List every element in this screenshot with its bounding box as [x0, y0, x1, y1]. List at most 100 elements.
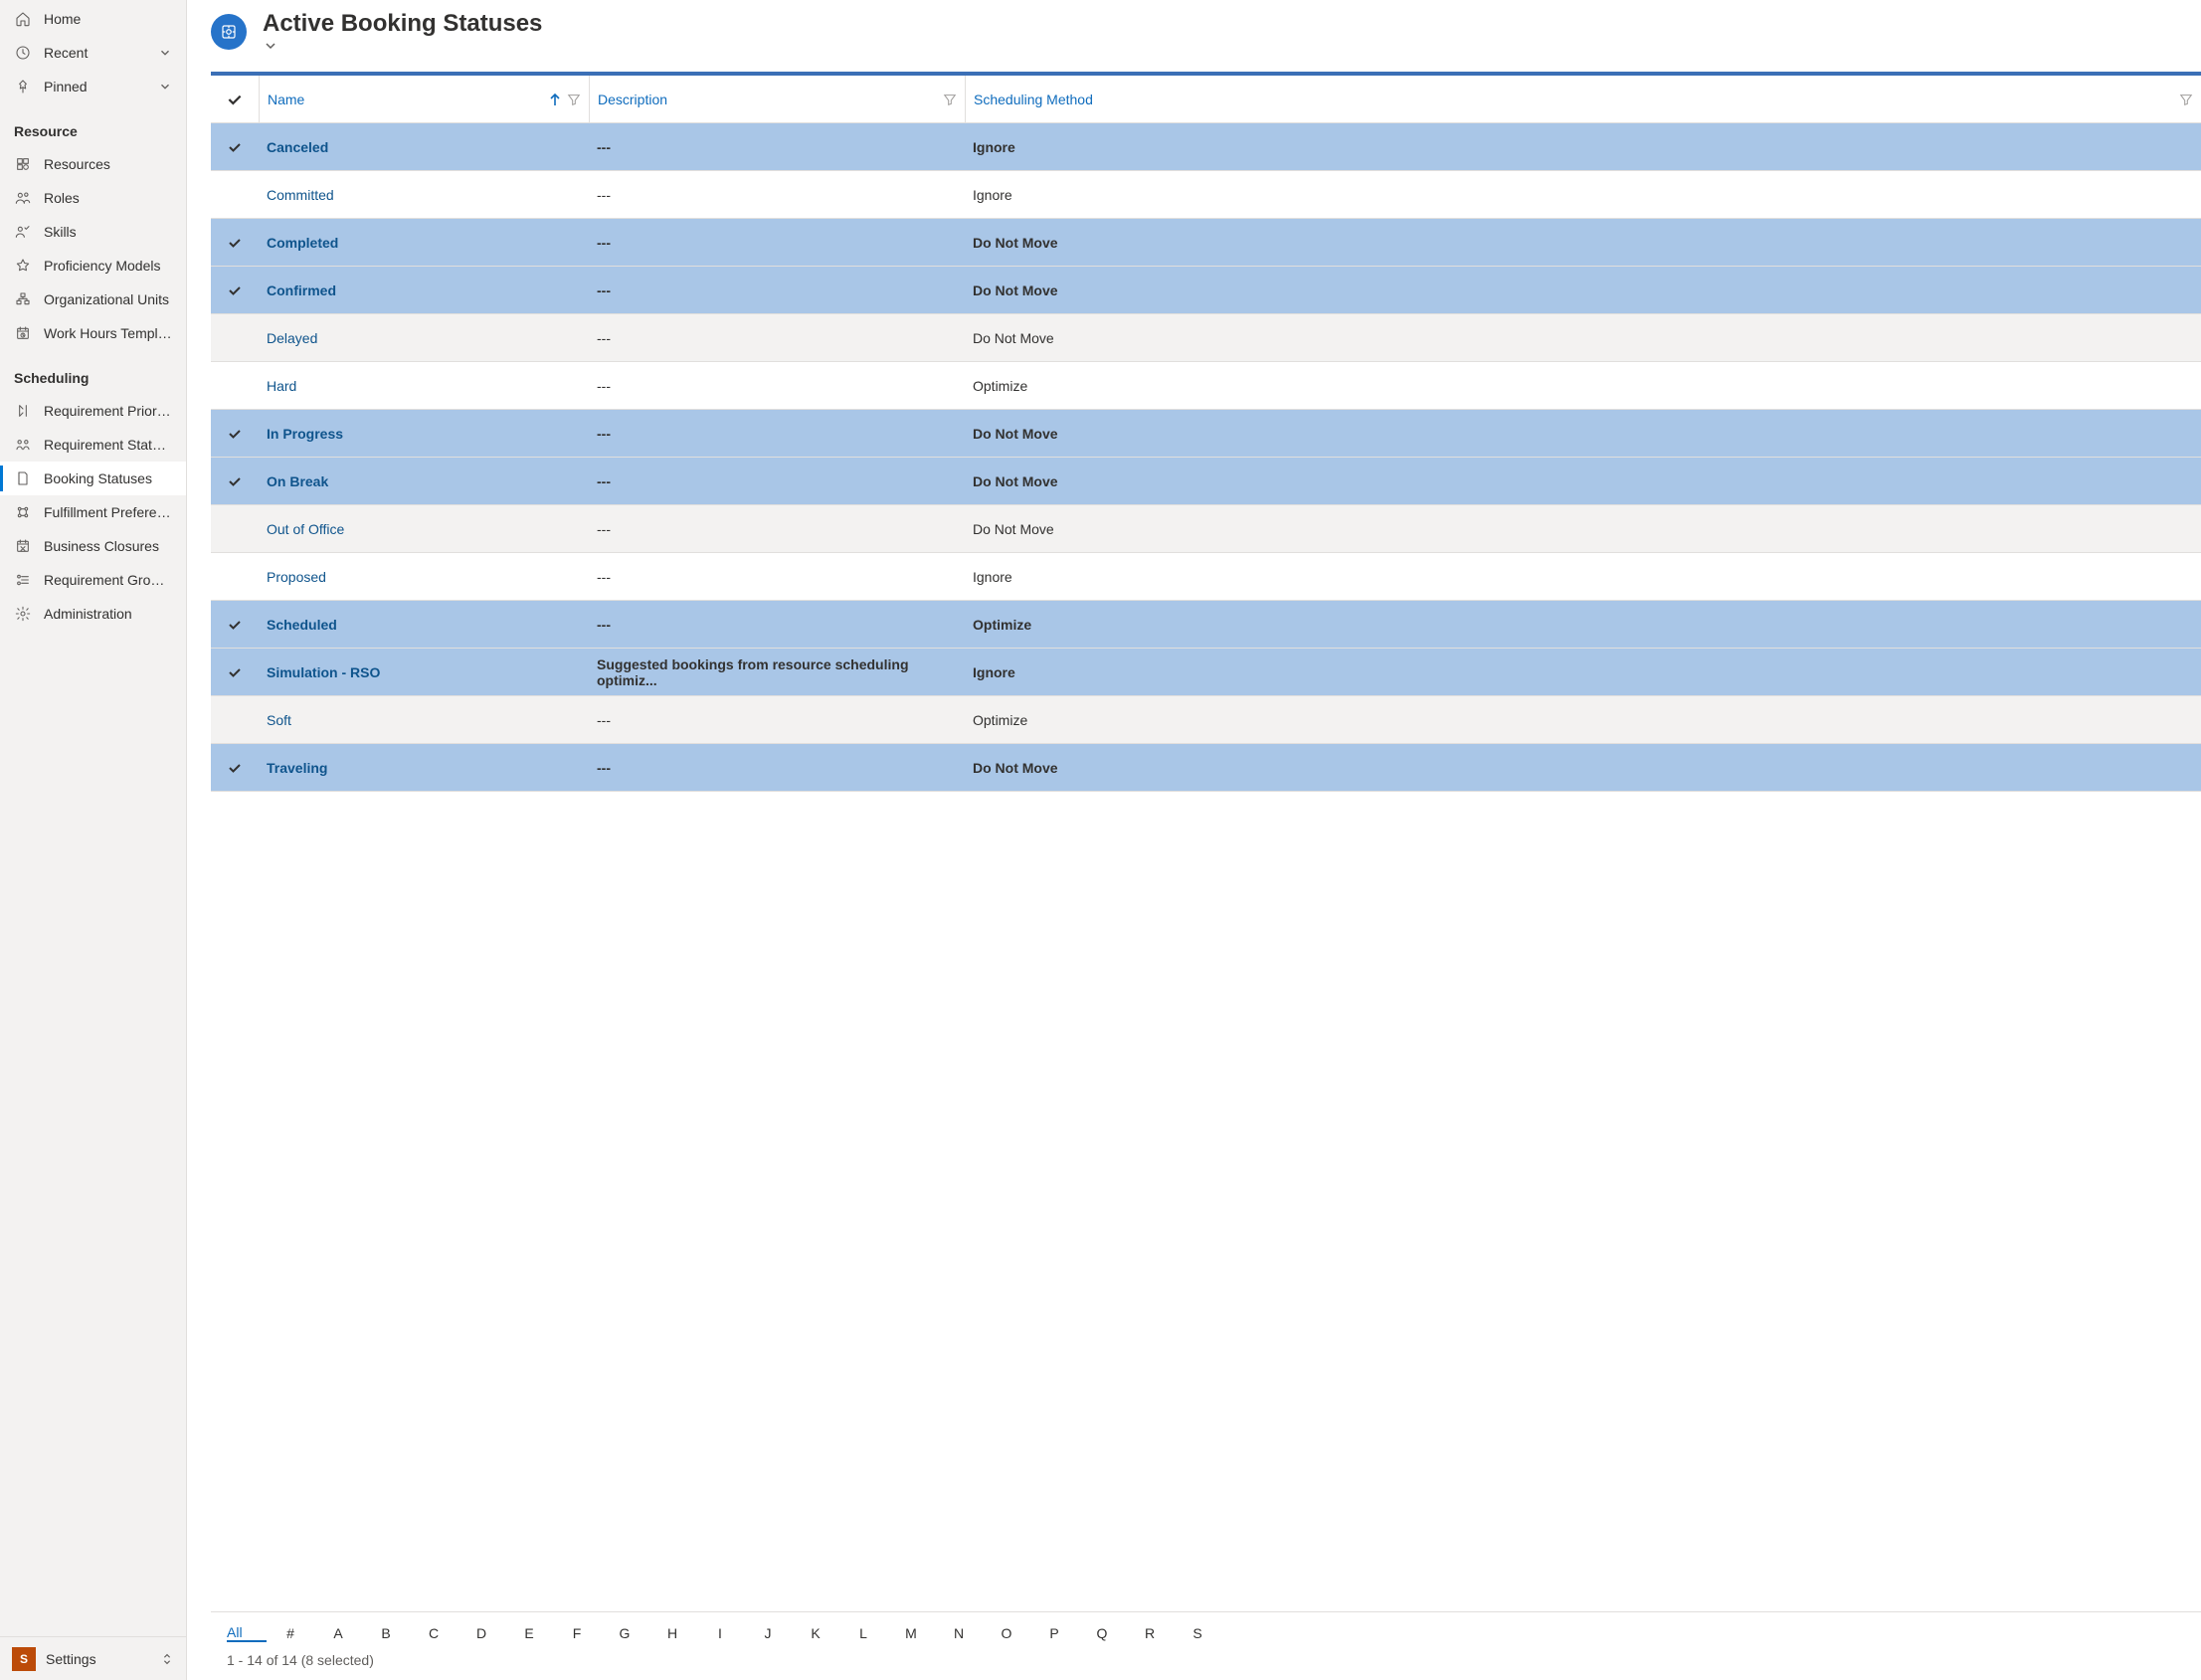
- record-link[interactable]: Soft: [267, 712, 291, 728]
- sidebar-item-requirement-statuses[interactable]: Requirement Statuses: [0, 428, 186, 462]
- row-select[interactable]: [211, 458, 259, 504]
- letter-filter-n[interactable]: N: [935, 1625, 983, 1641]
- home-icon: [14, 10, 32, 28]
- sidebar-item-resources[interactable]: Resources: [0, 147, 186, 181]
- sidebar-item-requirement-priorities[interactable]: Requirement Priorities: [0, 394, 186, 428]
- sidebar-item-organizational-units[interactable]: Organizational Units: [0, 282, 186, 316]
- sidebar-item-skills[interactable]: Skills: [0, 215, 186, 249]
- letter-filter-a[interactable]: A: [314, 1625, 362, 1641]
- record-link[interactable]: Delayed: [267, 330, 317, 346]
- row-select[interactable]: [211, 123, 259, 170]
- sidebar-item-roles[interactable]: Roles: [0, 181, 186, 215]
- record-link[interactable]: Proposed: [267, 569, 326, 585]
- sidebar-item-home[interactable]: Home: [0, 2, 186, 36]
- grid-body[interactable]: Canceled --- Ignore Committed --- Ignore…: [211, 123, 2201, 1611]
- table-row[interactable]: Traveling --- Do Not Move: [211, 744, 2201, 792]
- filter-icon[interactable]: [2179, 93, 2193, 106]
- table-row[interactable]: In Progress --- Do Not Move: [211, 410, 2201, 458]
- record-link[interactable]: Out of Office: [267, 521, 344, 537]
- record-link[interactable]: Committed: [267, 187, 334, 203]
- org-icon: [14, 290, 32, 308]
- row-select[interactable]: [211, 267, 259, 313]
- select-all-column[interactable]: [211, 76, 259, 122]
- row-select[interactable]: [211, 553, 259, 600]
- row-select[interactable]: [211, 171, 259, 218]
- letter-filter-e[interactable]: E: [505, 1625, 553, 1641]
- row-select[interactable]: [211, 410, 259, 457]
- record-link[interactable]: Completed: [267, 235, 338, 251]
- sidebar-item-administration[interactable]: Administration: [0, 597, 186, 631]
- table-row[interactable]: Simulation - RSO Suggested bookings from…: [211, 649, 2201, 696]
- row-select[interactable]: [211, 362, 259, 409]
- column-header-scheduling-method[interactable]: Scheduling Method: [965, 76, 2201, 122]
- column-label: Name: [268, 92, 549, 107]
- record-link[interactable]: On Break: [267, 473, 328, 489]
- record-link[interactable]: In Progress: [267, 426, 343, 442]
- table-row[interactable]: On Break --- Do Not Move: [211, 458, 2201, 505]
- filter-icon[interactable]: [943, 93, 957, 106]
- record-link[interactable]: Canceled: [267, 139, 328, 155]
- sidebar-item-label: Business Closures: [44, 538, 172, 554]
- gear-icon: [14, 605, 32, 623]
- letter-filter-b[interactable]: B: [362, 1625, 410, 1641]
- record-link[interactable]: Traveling: [267, 760, 327, 776]
- sidebar-item-label: Skills: [44, 224, 172, 240]
- row-select[interactable]: [211, 505, 259, 552]
- letter-filter-l[interactable]: L: [839, 1625, 887, 1641]
- letter-filter-k[interactable]: K: [792, 1625, 839, 1641]
- letter-filter-c[interactable]: C: [410, 1625, 458, 1641]
- cell-name: Simulation - RSO: [259, 649, 589, 695]
- row-select[interactable]: [211, 649, 259, 695]
- column-header-description[interactable]: Description: [589, 76, 965, 122]
- column-header-name[interactable]: Name: [259, 76, 589, 122]
- table-row[interactable]: Canceled --- Ignore: [211, 123, 2201, 171]
- sidebar: Home Recent Pinned Resource Resources Ro…: [0, 0, 187, 1680]
- letter-filter-s[interactable]: S: [1174, 1625, 1221, 1641]
- letter-filter-p[interactable]: P: [1030, 1625, 1078, 1641]
- table-row[interactable]: Completed --- Do Not Move: [211, 219, 2201, 267]
- sidebar-item-pinned[interactable]: Pinned: [0, 70, 186, 103]
- row-select[interactable]: [211, 219, 259, 266]
- row-select[interactable]: [211, 601, 259, 648]
- letter-filter-r[interactable]: R: [1126, 1625, 1174, 1641]
- letter-filter-o[interactable]: O: [983, 1625, 1030, 1641]
- cell-name: In Progress: [259, 410, 589, 457]
- letter-filter-j[interactable]: J: [744, 1625, 792, 1641]
- letter-filter-all[interactable]: All: [227, 1624, 267, 1642]
- view-title[interactable]: Active Booking Statuses: [263, 10, 550, 54]
- table-row[interactable]: Scheduled --- Optimize: [211, 601, 2201, 649]
- letter-filter-i[interactable]: I: [696, 1625, 744, 1641]
- record-link[interactable]: Scheduled: [267, 617, 337, 633]
- letter-filter-m[interactable]: M: [887, 1625, 935, 1641]
- table-row[interactable]: Delayed --- Do Not Move: [211, 314, 2201, 362]
- row-select[interactable]: [211, 314, 259, 361]
- sidebar-item-proficiency-models[interactable]: Proficiency Models: [0, 249, 186, 282]
- table-row[interactable]: Confirmed --- Do Not Move: [211, 267, 2201, 314]
- letter-filter-d[interactable]: D: [458, 1625, 505, 1641]
- table-row[interactable]: Out of Office --- Do Not Move: [211, 505, 2201, 553]
- table-row[interactable]: Soft --- Optimize: [211, 696, 2201, 744]
- sidebar-item-business-closures[interactable]: Business Closures: [0, 529, 186, 563]
- letter-filter-f[interactable]: F: [553, 1625, 601, 1641]
- sidebar-item-fulfillment-preferences[interactable]: Fulfillment Preferences: [0, 495, 186, 529]
- sidebar-area-switcher[interactable]: S Settings: [0, 1636, 186, 1680]
- sidebar-item-work-hours-templates[interactable]: Work Hours Templates: [0, 316, 186, 350]
- record-link[interactable]: Simulation - RSO: [267, 664, 380, 680]
- table-row[interactable]: Hard --- Optimize: [211, 362, 2201, 410]
- row-select[interactable]: [211, 744, 259, 791]
- table-row[interactable]: Proposed --- Ignore: [211, 553, 2201, 601]
- record-link[interactable]: Confirmed: [267, 282, 336, 298]
- letter-filter-#[interactable]: #: [267, 1625, 314, 1641]
- letter-filter-g[interactable]: G: [601, 1625, 648, 1641]
- row-select[interactable]: [211, 696, 259, 743]
- letter-filter-q[interactable]: Q: [1078, 1625, 1126, 1641]
- table-row[interactable]: Committed --- Ignore: [211, 171, 2201, 219]
- cell-scheduling-method: Ignore: [965, 123, 2201, 170]
- record-link[interactable]: Hard: [267, 378, 296, 394]
- cell-description: ---: [589, 171, 965, 218]
- filter-icon[interactable]: [567, 93, 581, 106]
- letter-filter-h[interactable]: H: [648, 1625, 696, 1641]
- sidebar-item-recent[interactable]: Recent: [0, 36, 186, 70]
- sidebar-item-booking-statuses[interactable]: Booking Statuses: [0, 462, 186, 495]
- sidebar-item-requirement-group[interactable]: Requirement Group ...: [0, 563, 186, 597]
